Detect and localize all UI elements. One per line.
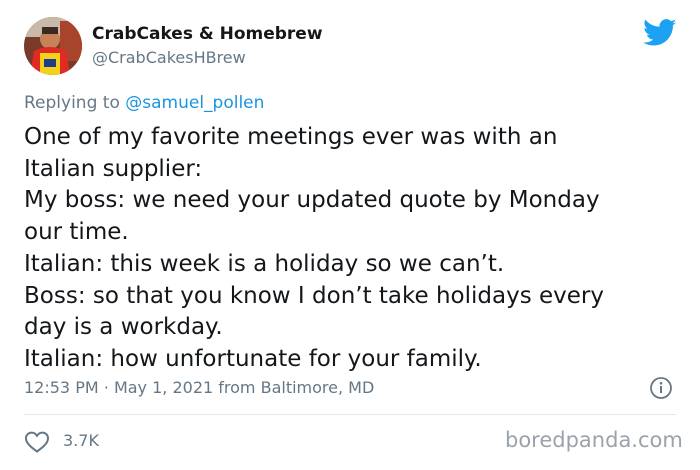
tweet-text-line: Boss: so that you know I don’t take holi… <box>24 282 604 309</box>
tweet-text-line: our time. <box>24 219 129 246</box>
tweet-location: from Baltimore, MD <box>218 378 375 397</box>
tweet-text-line: Italian: how unfortunate for your family… <box>24 345 482 372</box>
tweet-text-line: Italian: this week is a holiday so we ca… <box>24 250 505 277</box>
tweet-text-line: Italian supplier: <box>24 155 203 182</box>
like-count[interactable]: 3.7K <box>63 431 99 450</box>
reply-mention-link[interactable]: @samuel_pollen <box>125 93 264 113</box>
tweet-text: One of my favorite meetings ever was wit… <box>24 122 684 376</box>
tweet-card: CrabCakes & Homebrew @CrabCakesHBrew Rep… <box>0 0 700 470</box>
twitter-bird-icon[interactable] <box>643 18 677 48</box>
info-icon[interactable] <box>649 376 673 400</box>
avatar[interactable] <box>24 17 82 75</box>
reply-context: Replying to @samuel_pollen <box>24 93 264 113</box>
tweet-text-line: day is a workday. <box>24 314 223 341</box>
reply-prefix: Replying to <box>24 93 120 113</box>
tweet-text-line: One of my favorite meetings ever was wit… <box>24 124 558 150</box>
divider <box>24 414 676 415</box>
tweet-metadata: 12:53 PM · May 1, 2021 from Baltimore, M… <box>24 378 374 397</box>
watermark: boredpanda.com <box>505 428 683 452</box>
heart-icon[interactable] <box>24 430 50 454</box>
display-name[interactable]: CrabCakes & Homebrew <box>92 24 323 44</box>
tweet-date[interactable]: May 1, 2021 <box>114 378 213 397</box>
tweet-text-line: My boss: we need your updated quote by M… <box>24 187 600 214</box>
tweet-time[interactable]: 12:53 PM <box>24 378 99 397</box>
meta-separator: · <box>103 378 109 397</box>
user-handle[interactable]: @CrabCakesHBrew <box>92 48 246 67</box>
